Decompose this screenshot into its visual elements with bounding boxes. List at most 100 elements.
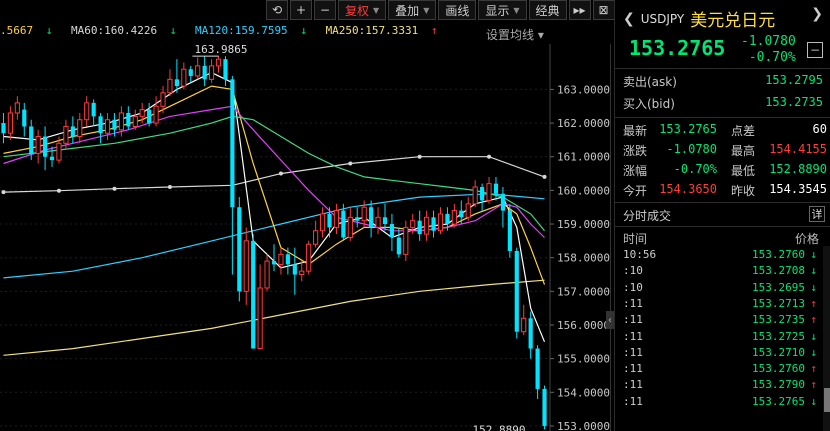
tick-time: :11	[623, 345, 643, 359]
chart-annotations: 163.9865 152.8890	[192, 44, 526, 431]
candle	[403, 220, 409, 262]
stat-value: 154.3545	[769, 182, 827, 196]
tick-price: 153.2708	[752, 264, 805, 278]
y-tick-label: 158.0000	[557, 252, 610, 265]
fast-forward-button[interactable]: ▸▸	[568, 0, 591, 20]
chart-toolbar: ⟲ + − 复权 ▼ 叠加 ▼ 画线 显示 ▼ 经典 ▸▸ ⊠	[266, 0, 615, 22]
arrow-up-icon: ↑	[810, 378, 817, 392]
stat-label: 点差	[731, 124, 756, 138]
stat-value: -1.0780	[666, 142, 717, 156]
tick-row: :10 153.2708 ↓	[623, 264, 819, 280]
candle	[424, 210, 430, 241]
stat-value: 152.8890	[769, 162, 827, 176]
candle	[104, 112, 111, 140]
fuquan-button[interactable]: 复权 ▼	[338, 0, 387, 20]
tick-price: 153.2760	[752, 362, 805, 376]
candle	[43, 126, 48, 171]
candle	[417, 210, 422, 241]
ma60-marker	[1, 190, 6, 195]
candle	[396, 227, 401, 258]
divider	[615, 68, 830, 69]
symbol-row: ❮ USDJPY 美元兑日元	[623, 6, 775, 32]
stat-value: 154.4155	[769, 142, 827, 156]
zoom-out-button[interactable]: −	[314, 0, 336, 20]
y-tick-label: 155.0000	[557, 353, 610, 366]
kline-chart[interactable]: 163.0000 162.0000 161.0000 160.0000 159.0000…	[0, 44, 610, 431]
candle	[528, 311, 533, 359]
candle	[98, 112, 103, 144]
ma-line-ma250	[3, 279, 545, 356]
ticks-header: 时间 价格	[623, 230, 819, 247]
plus-icon: +	[295, 3, 307, 17]
close-box-icon: ⊠	[598, 3, 609, 17]
jingdian-button[interactable]: 经典	[528, 0, 567, 20]
fuquan-label: 复权	[345, 3, 370, 18]
ticks-scrollbar-thumb[interactable]	[824, 388, 830, 412]
arrow-down-icon: ↓	[810, 280, 817, 294]
candle	[319, 207, 326, 238]
price-change-pct: -0.70%	[748, 50, 796, 65]
stat-label: 涨幅	[623, 164, 648, 178]
legend-ma120: MA120:159.7595 ↓	[194, 24, 307, 37]
ask-label: 卖出(ask)	[623, 75, 677, 89]
candle	[299, 261, 305, 282]
ticks-title: 分时成交	[623, 209, 672, 223]
arrow-down-icon: ↓	[810, 248, 817, 261]
refresh-icon: ⟲	[271, 3, 283, 17]
candle	[486, 176, 492, 204]
collapse-panel-handle[interactable]: ‹	[606, 311, 614, 329]
ma-settings-button[interactable]: 设置均线 ▾	[486, 26, 544, 43]
legend-ma-partial: .5667 ↓	[0, 24, 53, 37]
candle	[223, 56, 228, 87]
candle	[153, 96, 159, 127]
candle	[451, 203, 457, 228]
candle	[521, 304, 527, 336]
candle	[188, 65, 193, 83]
candle	[333, 203, 340, 235]
huaxian-button[interactable]: 画线	[438, 0, 477, 20]
arrow-down-icon: ↓	[810, 264, 817, 278]
tick-time: :11	[623, 378, 643, 392]
tick-time: :11	[623, 329, 643, 343]
candle	[375, 207, 381, 235]
jingdian-label: 经典	[535, 3, 560, 18]
arrow-up-icon: ↑	[810, 313, 817, 327]
candle	[535, 345, 540, 400]
stat-label: 昨收	[731, 184, 756, 198]
zoom-in-button[interactable]: +	[290, 0, 312, 20]
next-symbol-icon[interactable]: ❯	[811, 6, 823, 22]
candle	[181, 62, 187, 90]
xianshi-button[interactable]: 显示 ▼	[478, 0, 527, 20]
candle	[507, 203, 512, 258]
y-tick-label: 157.0000	[557, 285, 610, 298]
tick-row: 10:56 153.2760 ↓	[623, 248, 819, 264]
tick-price: 153.2695	[752, 280, 805, 294]
candle	[278, 247, 284, 275]
prev-symbol-icon[interactable]: ❮	[623, 11, 635, 27]
exit-button[interactable]: ⊠	[592, 0, 615, 20]
last-price: 153.2765	[629, 36, 726, 60]
diejia-button[interactable]: 叠加 ▼	[388, 0, 437, 20]
candles	[1, 56, 547, 430]
tick-price: 153.2725	[752, 329, 805, 343]
candle	[77, 112, 83, 144]
ticks-detail-button[interactable]: 详	[809, 206, 825, 222]
chevron-down-icon: ▼	[423, 5, 430, 15]
tick-row: :11 153.2725 ↓	[623, 330, 819, 346]
ma60-marker	[167, 185, 172, 190]
ma60-marker	[487, 154, 492, 159]
candle	[14, 96, 20, 120]
xianshi-label: 显示	[485, 3, 510, 18]
y-axis: 163.0000 162.0000 161.0000 160.0000 159.0000…	[549, 44, 610, 431]
candle	[369, 200, 374, 238]
tick-price: 153.2760	[752, 248, 805, 261]
y-tick-label: 161.0000	[557, 151, 610, 164]
tick-row: :11 153.2765 ↓	[623, 395, 819, 411]
candle	[542, 385, 547, 430]
collapse-button[interactable]: −	[807, 42, 823, 58]
candle	[389, 213, 395, 251]
ticks-header-price: 价格	[794, 232, 819, 246]
candle	[208, 59, 215, 83]
stat-label: 今开	[623, 184, 648, 198]
refresh-button[interactable]: ⟲	[266, 0, 288, 20]
